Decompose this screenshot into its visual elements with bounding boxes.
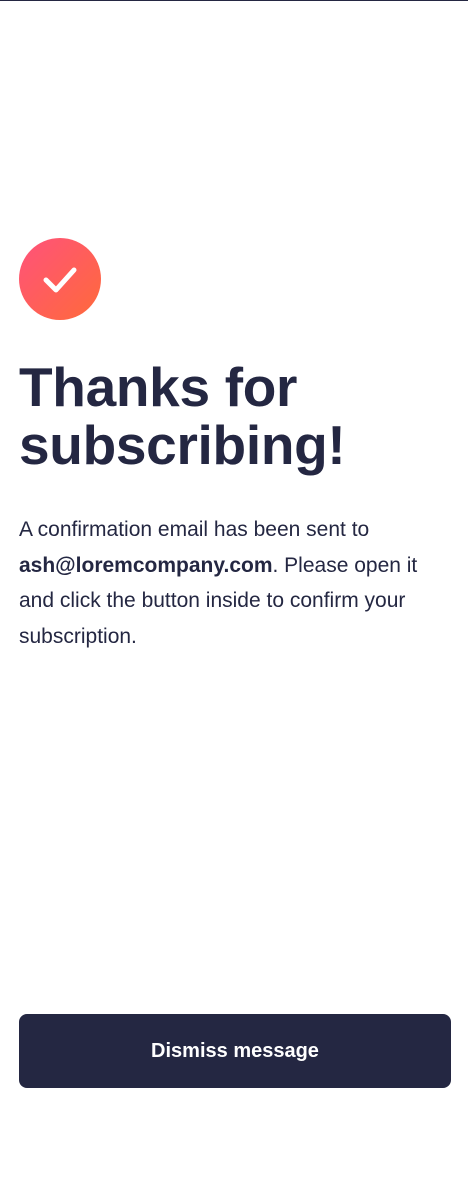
top-divider <box>0 0 468 1</box>
checkmark-icon <box>43 267 77 293</box>
message-text-before: A confirmation email has been sent to <box>19 518 370 541</box>
dismiss-message-button[interactable]: Dismiss message <box>19 1014 451 1088</box>
email-address: ash@loremcompany.com <box>19 553 273 577</box>
success-checkmark-icon <box>19 238 101 320</box>
confirmation-message: A confirmation email has been sent to as… <box>19 512 449 654</box>
page-title: Thanks for subscribing! <box>19 356 346 476</box>
